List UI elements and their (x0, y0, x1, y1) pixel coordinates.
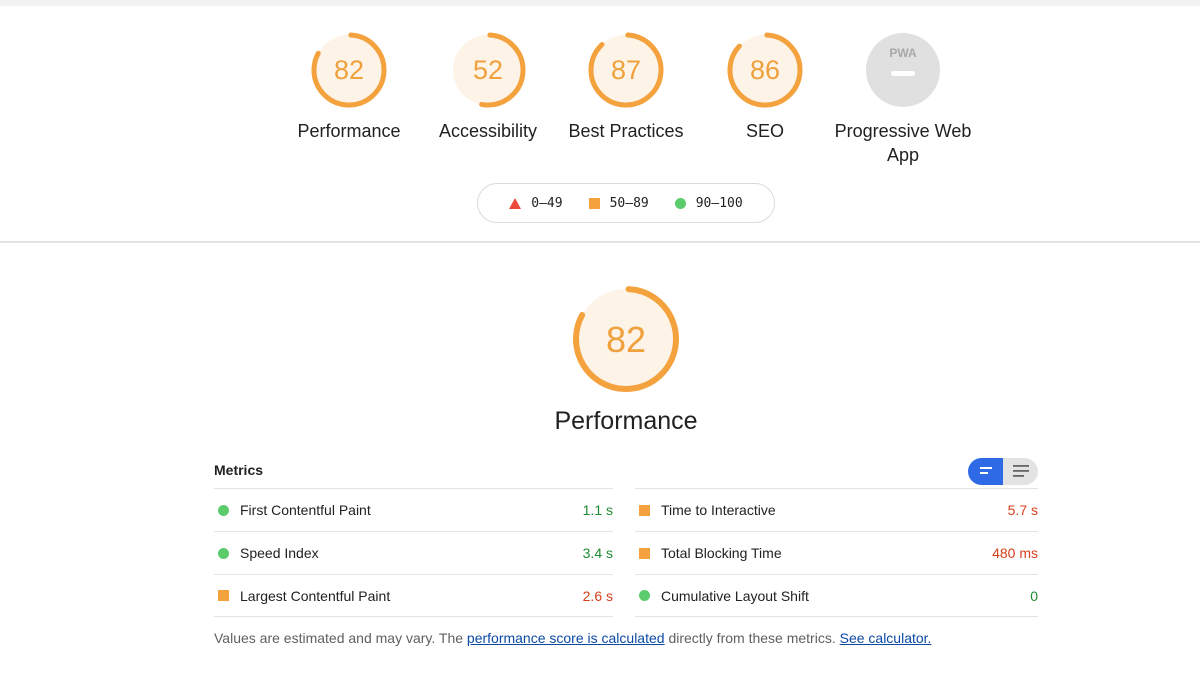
performance-title: Performance (554, 407, 698, 435)
pwa-badge-text: PWA (889, 46, 917, 60)
square-average-icon (588, 197, 600, 209)
square-average-icon (639, 504, 650, 516)
circle-pass-icon (218, 504, 229, 516)
legend-item-fail: 0–49 (509, 195, 563, 211)
gauge-score: 52 (473, 55, 503, 85)
gauge-ring: 86 (727, 32, 803, 108)
metric-row: Total Blocking Time 480 ms (635, 531, 1038, 574)
dash-icon (891, 71, 915, 76)
expanded-view-icon (1012, 465, 1029, 477)
score-calculated-link[interactable]: performance score is calculated (467, 630, 665, 646)
gauge-ring: 87 (588, 32, 664, 108)
gauge-label: Best Practices (568, 121, 684, 141)
metric-row: Cumulative Layout Shift 0 (635, 574, 1038, 617)
legend-range: 0–49 (531, 195, 563, 211)
metric-row: Time to Interactive 5.7 s (635, 488, 1038, 531)
compact-view-icon (979, 467, 992, 474)
triangle-fail-icon (509, 197, 522, 209)
expanded-view-button[interactable] (1003, 457, 1038, 485)
square-average-icon (639, 547, 650, 559)
metrics-column-left: First Contentful Paint 1.1 s Speed Index… (214, 488, 613, 617)
circle-pass-icon (218, 547, 229, 559)
note-text: Values are estimated and may vary. The (214, 630, 467, 646)
metric-name: Total Blocking Time (661, 545, 782, 561)
legend-item-average: 50–89 (588, 195, 649, 211)
legend-range: 50–89 (609, 195, 649, 211)
gauge-pwa[interactable]: PWA Progressive Web App (833, 30, 973, 167)
metric-name: First Contentful Paint (240, 502, 371, 518)
metrics-title: Metrics (214, 462, 264, 478)
metric-row: Speed Index 3.4 s (214, 531, 613, 574)
gauge-label: Progressive Web App (834, 121, 972, 165)
gauge-score: 82 (334, 55, 364, 85)
metric-value: 2.6 s (582, 587, 613, 604)
gauge-ring: 52 (450, 32, 526, 108)
gauge-score: 86 (750, 55, 780, 85)
score-legend: 0–49 50–89 90–100 (477, 183, 775, 223)
metric-value: 5.7 s (1007, 502, 1038, 518)
metric-row: First Contentful Paint 1.1 s (214, 488, 613, 531)
note-text: directly from these metrics. (664, 630, 840, 646)
metric-value: 3.4 s (582, 545, 613, 561)
metric-row: Largest Contentful Paint 2.6 s (214, 574, 613, 617)
metric-name: Speed Index (240, 545, 319, 561)
gauge-label: SEO (745, 121, 784, 141)
metrics-section: Metrics First Contentful Paint 1.1 s Spe… (214, 452, 1038, 617)
category-gauges: 82 Performance 52 Accessibility 87 Best … (0, 30, 1200, 170)
metric-value: 480 ms (992, 545, 1038, 561)
metric-name: Largest Contentful Paint (240, 587, 391, 604)
gauge-seo[interactable]: 86 SEO (695, 30, 835, 143)
gauge-label: Performance (297, 121, 401, 141)
metrics-column-right: Time to Interactive 5.7 s Total Blocking… (635, 488, 1038, 617)
gauge-performance[interactable]: 82 Performance (279, 30, 419, 143)
see-calculator-link[interactable]: See calculator. (840, 630, 932, 646)
performance-gauge: 82 Performance (540, 285, 712, 436)
legend-item-pass: 90–100 (674, 195, 743, 211)
compact-view-button[interactable] (968, 457, 1003, 485)
pwa-badge-icon: PWA (866, 33, 940, 107)
metrics-note: Values are estimated and may vary. The p… (214, 630, 931, 646)
circle-pass-icon (674, 197, 686, 209)
legend-range: 90–100 (695, 195, 743, 211)
performance-score: 82 (606, 319, 646, 360)
square-average-icon (218, 590, 229, 601)
metric-value: 1.1 s (582, 502, 613, 518)
gauge-label: Accessibility (438, 121, 538, 141)
gauge-accessibility[interactable]: 52 Accessibility (418, 30, 558, 143)
gauge-ring: 82 (573, 286, 679, 392)
section-divider (0, 241, 1200, 243)
view-toggle (968, 457, 1038, 485)
metric-name: Time to Interactive (661, 502, 776, 518)
metric-value: 0 (1030, 587, 1038, 604)
top-bar (0, 0, 1200, 6)
circle-pass-icon (639, 590, 650, 601)
gauge-ring: 82 (311, 32, 387, 108)
gauge-score: 87 (611, 55, 641, 85)
metric-name: Cumulative Layout Shift (661, 587, 809, 604)
gauge-best-practices[interactable]: 87 Best Practices (556, 30, 696, 143)
